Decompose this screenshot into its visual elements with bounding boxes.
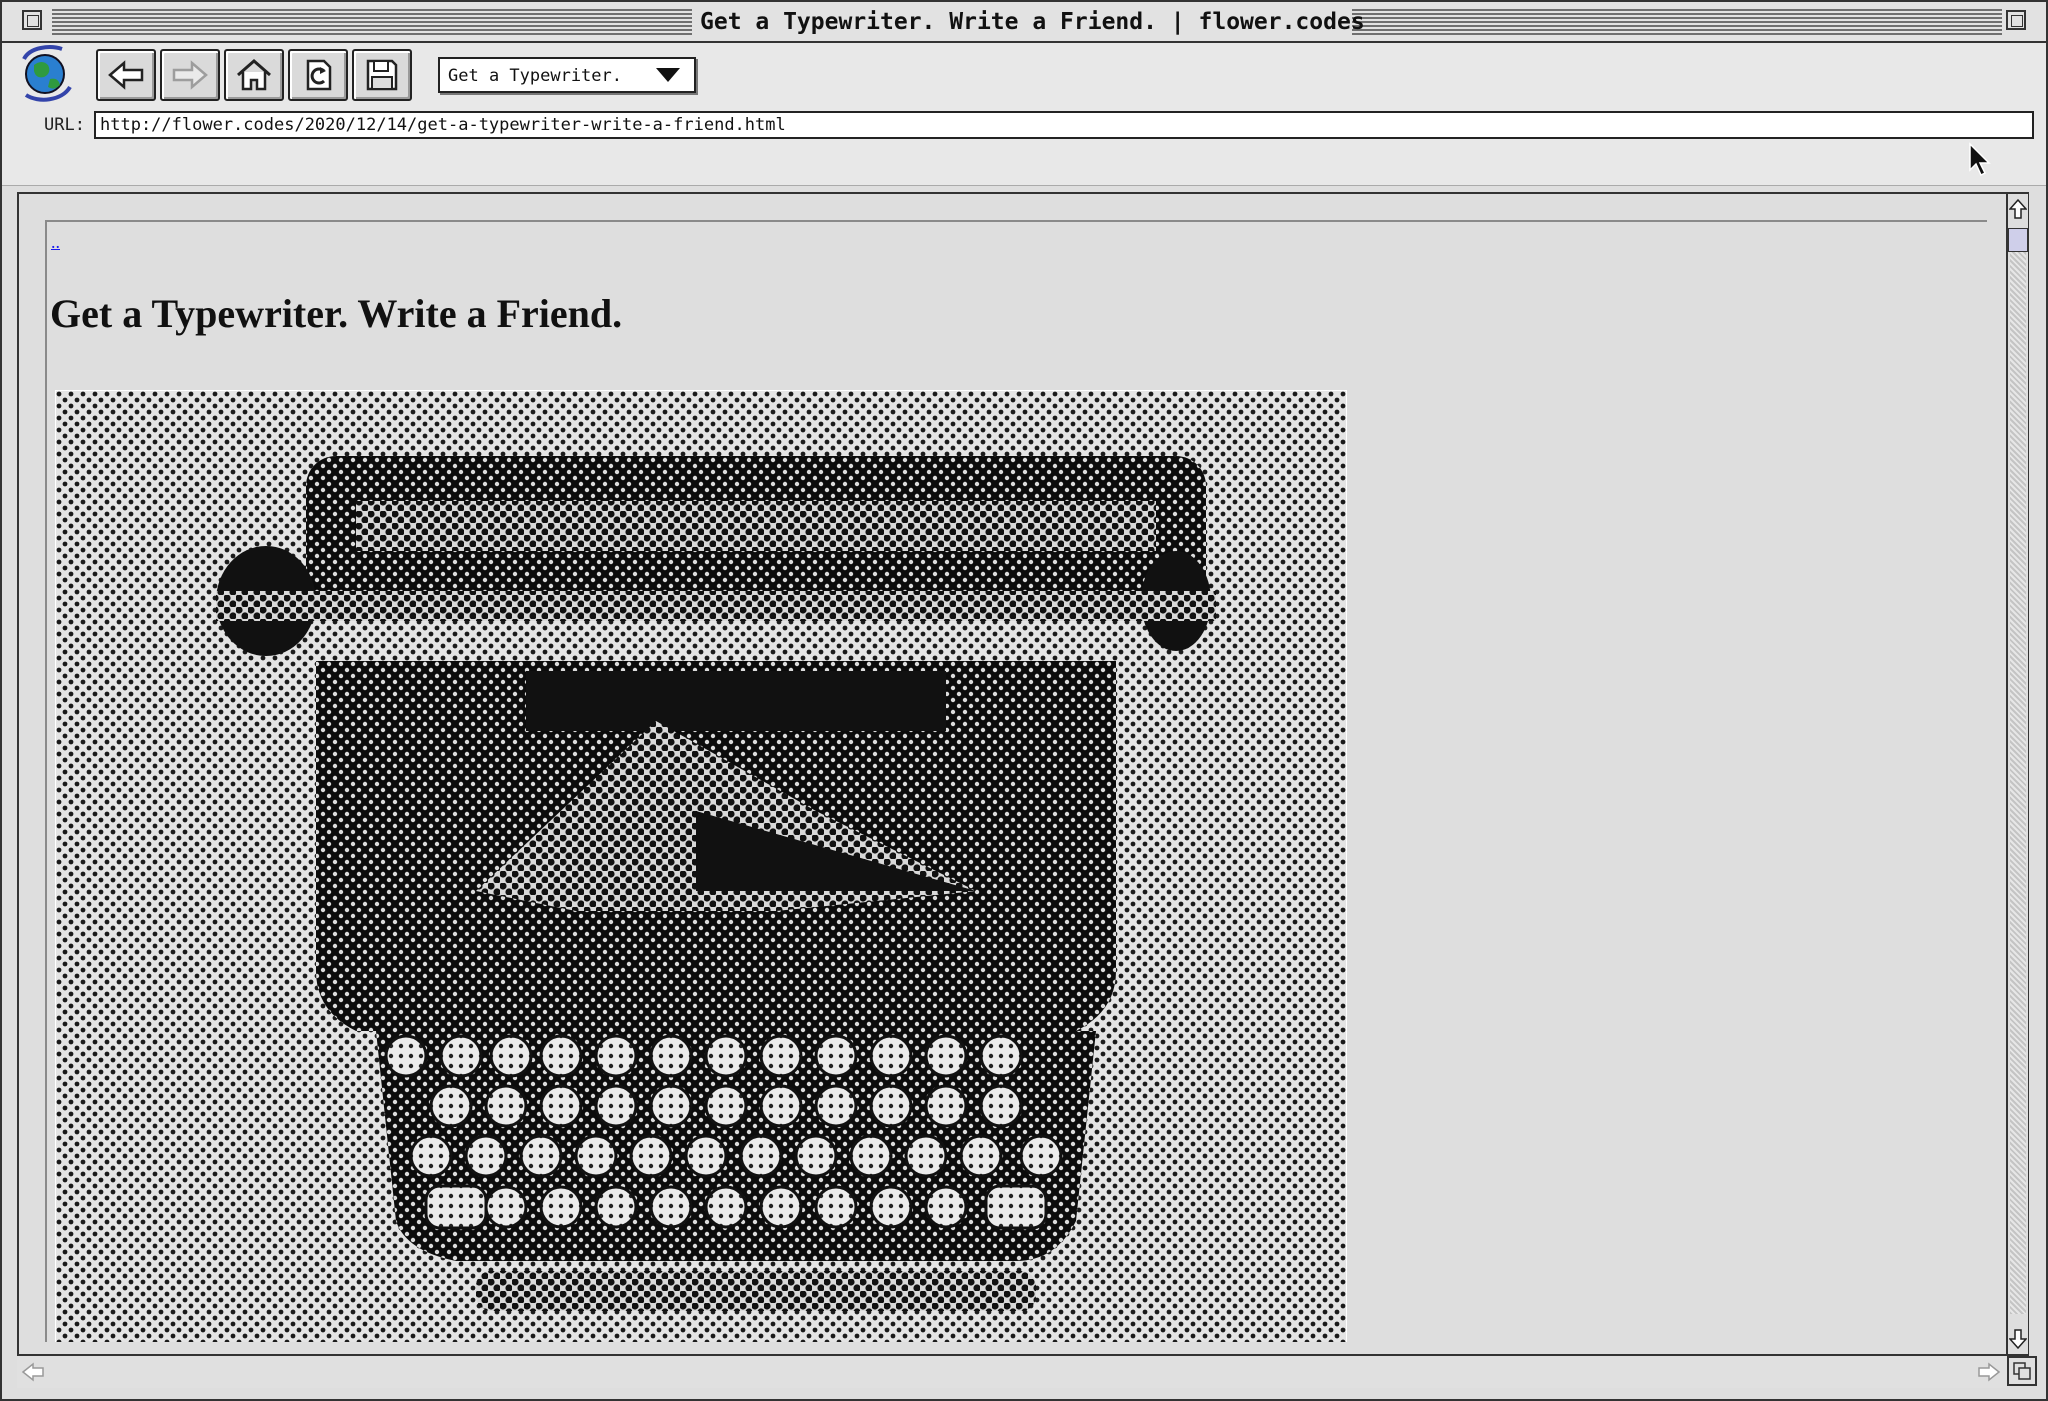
scroll-down-arrow-icon[interactable]	[2009, 1328, 2027, 1350]
url-input[interactable]	[94, 111, 2034, 139]
status-row	[2, 143, 2046, 186]
title-bar[interactable]: Get a Typewriter. Write a Friend. | flow…	[2, 2, 2046, 43]
reload-button[interactable]	[288, 49, 348, 101]
reload-icon	[306, 59, 332, 91]
title-bar-stripes-left	[52, 9, 692, 35]
scroll-up-arrow-icon[interactable]	[2009, 198, 2027, 220]
title-bar-stripes-right	[1352, 9, 2002, 35]
window-title: Get a Typewriter. Write a Friend. | flow…	[700, 2, 1365, 41]
back-arrow-icon	[108, 60, 144, 90]
forward-arrow-icon	[172, 60, 208, 90]
toolbar: Get a Typewriter.	[2, 43, 2046, 107]
chevron-down-icon	[656, 68, 680, 82]
vertical-scroll-thumb[interactable]	[2008, 228, 2028, 252]
history-dropdown-value: Get a Typewriter.	[448, 66, 622, 86]
mouse-cursor-icon	[1969, 142, 1991, 177]
history-dropdown[interactable]: Get a Typewriter.	[438, 57, 696, 93]
url-label: URL:	[44, 115, 85, 135]
horizontal-scrollbar[interactable]	[17, 1354, 2007, 1388]
home-button[interactable]	[224, 49, 284, 101]
scroll-right-arrow-icon[interactable]	[1977, 1362, 2001, 1382]
back-button[interactable]	[96, 49, 156, 101]
vertical-scrollbar[interactable]	[2006, 194, 2028, 1354]
zoom-box-icon[interactable]	[2006, 10, 2026, 30]
content-frame[interactable]: .. Get a Typewriter. Write a Friend.	[17, 192, 2029, 1356]
save-button[interactable]	[352, 49, 412, 101]
forward-button[interactable]	[160, 49, 220, 101]
page-body: .. Get a Typewriter. Write a Friend.	[45, 220, 1987, 1342]
scroll-left-arrow-icon[interactable]	[21, 1362, 45, 1382]
save-disk-icon	[366, 59, 398, 91]
page-title: Get a Typewriter. Write a Friend.	[50, 291, 623, 336]
back-link[interactable]: ..	[51, 232, 60, 253]
browser-logo-icon[interactable]	[12, 43, 80, 105]
resize-grow-box-icon[interactable]	[2007, 1356, 2037, 1386]
vertical-scroll-track[interactable]	[2010, 228, 2026, 1314]
close-box-icon[interactable]	[22, 10, 42, 30]
browser-window: Get a Typewriter. Write a Friend. | flow…	[0, 0, 2048, 1401]
url-row: URL:	[2, 107, 2046, 143]
home-icon	[237, 59, 271, 91]
typewriter-image	[55, 390, 1347, 1342]
